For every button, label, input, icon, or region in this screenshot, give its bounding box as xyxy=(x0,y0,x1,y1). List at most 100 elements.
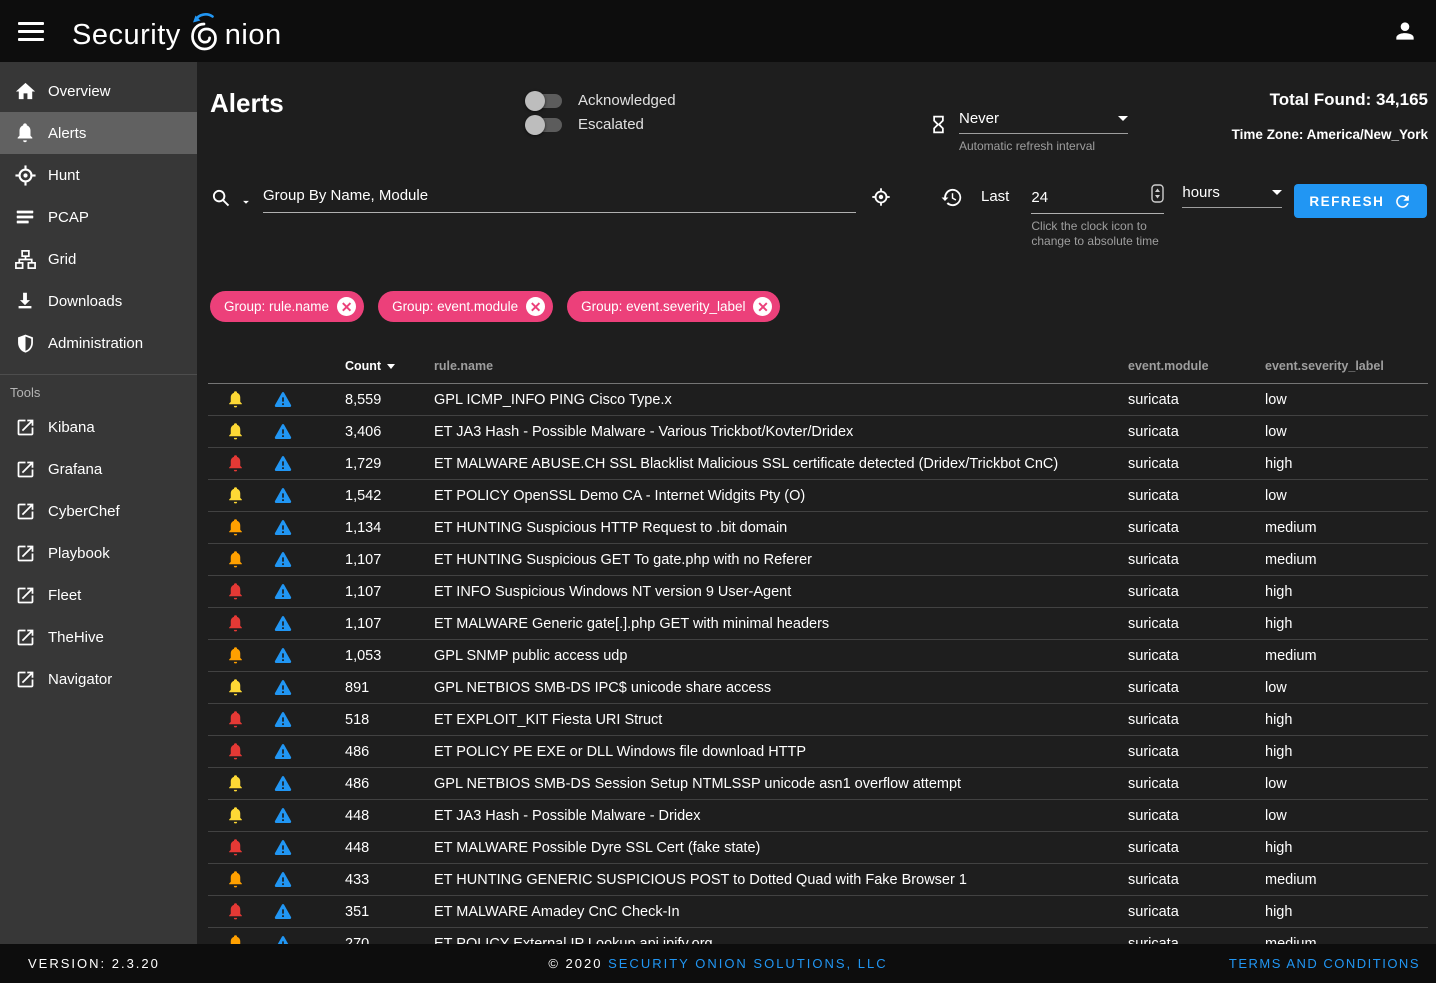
alert-count: 1,107 xyxy=(304,616,434,632)
alert-row[interactable]: 518ET EXPLOIT_KIT Fiesta URI Structsuric… xyxy=(208,704,1428,736)
alert-row[interactable]: 448ET JA3 Hash - Possible Malware - Drid… xyxy=(208,800,1428,832)
chip-close-icon[interactable]: ✕ xyxy=(753,297,772,316)
query-target-icon[interactable] xyxy=(870,186,892,213)
user-account-icon[interactable] xyxy=(1392,18,1418,44)
sidebar-item-grid[interactable]: Grid xyxy=(0,238,197,280)
column-header-severity-label[interactable]: event.severity_label xyxy=(1265,359,1428,373)
info-triangle-icon[interactable] xyxy=(262,518,304,538)
info-triangle-icon[interactable] xyxy=(262,422,304,442)
alert-event-module: suricata xyxy=(1128,904,1265,920)
sidebar-item-overview[interactable]: Overview xyxy=(0,70,197,112)
clock-history-icon[interactable] xyxy=(940,186,963,214)
alert-row[interactable]: 1,542ET POLICY OpenSSL Demo CA - Interne… xyxy=(208,480,1428,512)
severity-bell-icon[interactable] xyxy=(208,838,262,857)
severity-bell-icon[interactable] xyxy=(208,454,262,473)
toggle-label: Acknowledged xyxy=(578,92,676,109)
sidebar-item-alerts[interactable]: Alerts xyxy=(0,112,197,154)
time-unit-select[interactable]: hours xyxy=(1182,184,1282,208)
info-triangle-icon[interactable] xyxy=(262,838,304,858)
sidebar-item-pcap[interactable]: PCAP xyxy=(0,196,197,238)
severity-bell-icon[interactable] xyxy=(208,614,262,633)
alert-row[interactable]: 1,053GPL SNMP public access udpsuricatam… xyxy=(208,640,1428,672)
column-header-count[interactable]: Count xyxy=(304,359,434,373)
alert-row[interactable]: 891GPL NETBIOS SMB-DS IPC$ unicode share… xyxy=(208,672,1428,704)
info-triangle-icon[interactable] xyxy=(262,390,304,410)
sidebar-tool-grafana[interactable]: Grafana xyxy=(0,448,197,490)
severity-bell-icon[interactable] xyxy=(208,742,262,761)
sidebar-tool-thehive[interactable]: TheHive xyxy=(0,616,197,658)
severity-bell-icon[interactable] xyxy=(208,582,262,601)
sidebar-tool-kibana[interactable]: Kibana xyxy=(0,406,197,448)
info-triangle-icon[interactable] xyxy=(262,710,304,730)
severity-bell-icon[interactable] xyxy=(208,934,262,944)
severity-bell-icon[interactable] xyxy=(208,678,262,697)
severity-bell-icon[interactable] xyxy=(208,710,262,729)
severity-bell-icon[interactable] xyxy=(208,774,262,793)
info-triangle-icon[interactable] xyxy=(262,742,304,762)
toggle-track[interactable] xyxy=(528,118,562,132)
alert-row[interactable]: 351ET MALWARE Amadey CnC Check-Insuricat… xyxy=(208,896,1428,928)
info-triangle-icon[interactable] xyxy=(262,902,304,922)
toggle-track[interactable] xyxy=(528,94,562,108)
info-triangle-icon[interactable] xyxy=(262,870,304,890)
severity-bell-icon[interactable] xyxy=(208,486,262,505)
filter-chip[interactable]: Group: event.module✕ xyxy=(378,291,553,322)
number-stepper-icon[interactable] xyxy=(1151,184,1164,208)
escalated-toggle[interactable]: Escalated xyxy=(525,116,695,133)
info-triangle-icon[interactable] xyxy=(262,614,304,634)
alert-row[interactable]: 270ET POLICY External IP Lookup api.ipif… xyxy=(208,928,1428,944)
acknowledged-toggle[interactable]: Acknowledged xyxy=(525,92,695,109)
severity-bell-icon[interactable] xyxy=(208,390,262,409)
alert-row[interactable]: 448ET MALWARE Possible Dyre SSL Cert (fa… xyxy=(208,832,1428,864)
alert-row[interactable]: 1,134ET HUNTING Suspicious HTTP Request … xyxy=(208,512,1428,544)
search-input[interactable] xyxy=(263,185,856,212)
alert-row[interactable]: 1,107ET HUNTING Suspicious GET To gate.p… xyxy=(208,544,1428,576)
info-triangle-icon[interactable] xyxy=(262,806,304,826)
severity-bell-icon[interactable] xyxy=(208,518,262,537)
info-triangle-icon[interactable] xyxy=(262,486,304,506)
alert-row[interactable]: 1,107ET INFO Suspicious Windows NT versi… xyxy=(208,576,1428,608)
column-header-rule-name[interactable]: rule.name xyxy=(434,359,1128,373)
chip-close-icon[interactable]: ✕ xyxy=(337,297,356,316)
severity-bell-icon[interactable] xyxy=(208,422,262,441)
alert-row[interactable]: 433ET HUNTING GENERIC SUSPICIOUS POST to… xyxy=(208,864,1428,896)
terms-link[interactable]: TERMS AND CONDITIONS xyxy=(1229,956,1420,971)
column-header-event-module[interactable]: event.module xyxy=(1128,359,1265,373)
info-triangle-icon[interactable] xyxy=(262,454,304,474)
severity-bell-icon[interactable] xyxy=(208,902,262,921)
sidebar-item-administration[interactable]: Administration xyxy=(0,322,197,364)
info-triangle-icon[interactable] xyxy=(262,934,304,945)
refresh-button[interactable]: REFRESH xyxy=(1294,184,1427,218)
alert-row[interactable]: 3,406ET JA3 Hash - Possible Malware - Va… xyxy=(208,416,1428,448)
sidebar-tool-playbook[interactable]: Playbook xyxy=(0,532,197,574)
severity-bell-icon[interactable] xyxy=(208,646,262,665)
info-triangle-icon[interactable] xyxy=(262,550,304,570)
severity-bell-icon[interactable] xyxy=(208,870,262,889)
alert-row[interactable]: 1,729ET MALWARE ABUSE.CH SSL Blacklist M… xyxy=(208,448,1428,480)
chip-close-icon[interactable]: ✕ xyxy=(526,297,545,316)
info-triangle-icon[interactable] xyxy=(262,774,304,794)
info-triangle-icon[interactable] xyxy=(262,582,304,602)
copyright-link[interactable]: SECURITY ONION SOLUTIONS, LLC xyxy=(608,956,888,971)
sidebar-tool-fleet[interactable]: Fleet xyxy=(0,574,197,616)
filter-chip[interactable]: Group: event.severity_label✕ xyxy=(567,291,780,322)
menu-icon[interactable] xyxy=(18,22,44,41)
info-triangle-icon[interactable] xyxy=(262,646,304,666)
sidebar-tool-cyberchef[interactable]: CyberChef xyxy=(0,490,197,532)
query-history-chevron-icon[interactable] xyxy=(239,195,253,209)
alert-row[interactable]: 1,107ET MALWARE Generic gate[.].php GET … xyxy=(208,608,1428,640)
alert-row[interactable]: 8,559GPL ICMP_INFO PING Cisco Type.xsuri… xyxy=(208,384,1428,416)
alert-row[interactable]: 486GPL NETBIOS SMB-DS Session Setup NTML… xyxy=(208,768,1428,800)
alert-row[interactable]: 486ET POLICY PE EXE or DLL Windows file … xyxy=(208,736,1428,768)
time-amount-input[interactable] xyxy=(1031,187,1121,206)
severity-bell-icon[interactable] xyxy=(208,806,262,825)
sidebar-item-downloads[interactable]: Downloads xyxy=(0,280,197,322)
sidebar-item-hunt[interactable]: Hunt xyxy=(0,154,197,196)
filter-chip[interactable]: Group: rule.name✕ xyxy=(210,291,364,322)
alert-rule-name: ET EXPLOIT_KIT Fiesta URI Struct xyxy=(434,712,1128,728)
shield-icon xyxy=(13,331,37,355)
info-triangle-icon[interactable] xyxy=(262,678,304,698)
refresh-interval-select[interactable]: Never xyxy=(959,110,1128,134)
sidebar-tool-navigator[interactable]: Navigator xyxy=(0,658,197,700)
severity-bell-icon[interactable] xyxy=(208,550,262,569)
